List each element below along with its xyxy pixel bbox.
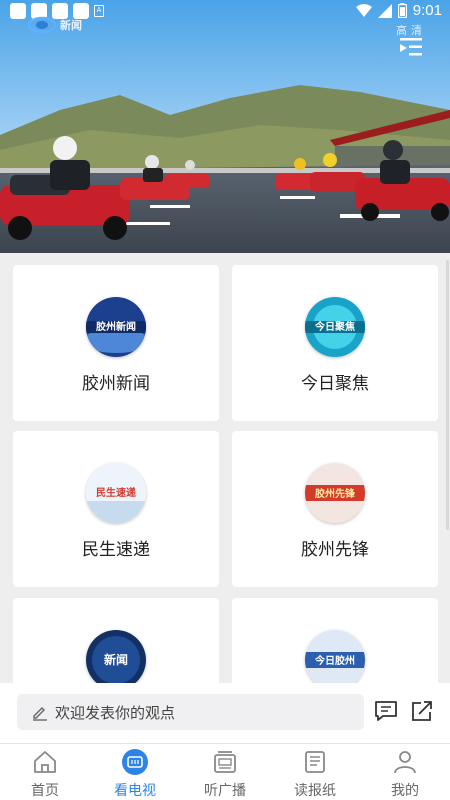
comment-placeholder: 欢迎发表你的观点 xyxy=(55,703,176,722)
tv-icon xyxy=(122,749,148,775)
channel-logo-icon xyxy=(28,16,56,34)
nav-label: 首页 xyxy=(31,783,59,799)
program-thumbnail: 新闻 xyxy=(86,630,146,683)
program-card[interactable]: 民生速递 民生速递 xyxy=(13,431,219,587)
nav-label: 听广播 xyxy=(204,783,246,799)
svg-text:今日聚焦: 今日聚焦 xyxy=(314,320,355,333)
nav-label: 看电视 xyxy=(114,783,156,799)
channel-logo: 新闻 xyxy=(28,16,82,34)
notification-icon xyxy=(10,3,26,19)
svg-text:胶州先锋: 胶州先锋 xyxy=(315,487,356,500)
svg-text:新闻: 新闻 xyxy=(104,652,128,667)
program-title: 今日聚焦 xyxy=(301,374,369,394)
program-card[interactable]: 今日胶州 xyxy=(232,598,438,683)
program-card[interactable]: 胶州新闻 胶州新闻 xyxy=(13,265,219,421)
bottom-nav: 首页 看电视 听广播 读报纸 我的 xyxy=(0,743,450,800)
nav-home[interactable]: 首页 xyxy=(0,744,90,800)
program-grid: 胶州新闻 胶州新闻 今日聚焦 今日聚焦 民生速递 民生速递 胶州先锋 胶州先锋 … xyxy=(0,253,450,683)
channel-logo-text: 新闻 xyxy=(60,19,82,32)
program-title: 胶州先锋 xyxy=(301,540,369,560)
program-card[interactable]: 新闻 xyxy=(13,598,219,683)
wifi-icon xyxy=(355,3,372,17)
profile-icon xyxy=(394,751,416,774)
program-title: 胶州新闻 xyxy=(82,374,150,394)
nav-profile[interactable]: 我的 xyxy=(360,744,450,800)
comment-bar: 欢迎发表你的观点 xyxy=(0,683,450,743)
nav-label: 读报纸 xyxy=(294,783,336,799)
program-title: 民生速递 xyxy=(82,540,150,560)
program-thumbnail: 今日胶州 xyxy=(305,630,365,683)
svg-text:胶州新闻: 胶州新闻 xyxy=(96,320,136,333)
clock: 9:01 xyxy=(412,2,442,19)
program-card[interactable]: 胶州先锋 胶州先锋 xyxy=(232,431,438,587)
program-card[interactable]: 今日聚焦 今日聚焦 xyxy=(232,265,438,421)
svg-text:今日胶州: 今日胶州 xyxy=(314,654,355,667)
program-thumbnail: 民生速递 xyxy=(86,463,146,523)
pencil-icon xyxy=(33,707,47,721)
quality-toggle[interactable]: 高清 xyxy=(396,22,426,38)
nav-radio[interactable]: 听广播 xyxy=(180,744,270,800)
program-thumbnail: 胶州先锋 xyxy=(305,463,365,523)
video-frame xyxy=(0,0,450,253)
share-icon[interactable] xyxy=(410,700,434,722)
newspaper-icon xyxy=(305,751,325,773)
nav-label: 我的 xyxy=(391,783,419,799)
battery-icon xyxy=(397,3,407,18)
download-icon: A xyxy=(94,5,104,17)
comments-icon[interactable] xyxy=(374,700,398,722)
nav-newspaper[interactable]: 读报纸 xyxy=(270,744,360,800)
playlist-icon[interactable] xyxy=(400,38,422,56)
video-player[interactable]: A 9:01 新闻 高清 xyxy=(0,0,450,253)
home-icon xyxy=(34,751,56,773)
nav-tv[interactable]: 看电视 xyxy=(90,744,180,800)
signal-icon xyxy=(377,3,392,18)
radio-icon xyxy=(214,751,236,773)
program-thumbnail: 胶州新闻 xyxy=(86,297,146,357)
svg-text:民生速递: 民生速递 xyxy=(96,486,136,499)
scrollbar[interactable] xyxy=(446,260,449,530)
comment-input[interactable]: 欢迎发表你的观点 xyxy=(17,694,364,730)
program-thumbnail: 今日聚焦 xyxy=(305,297,365,357)
